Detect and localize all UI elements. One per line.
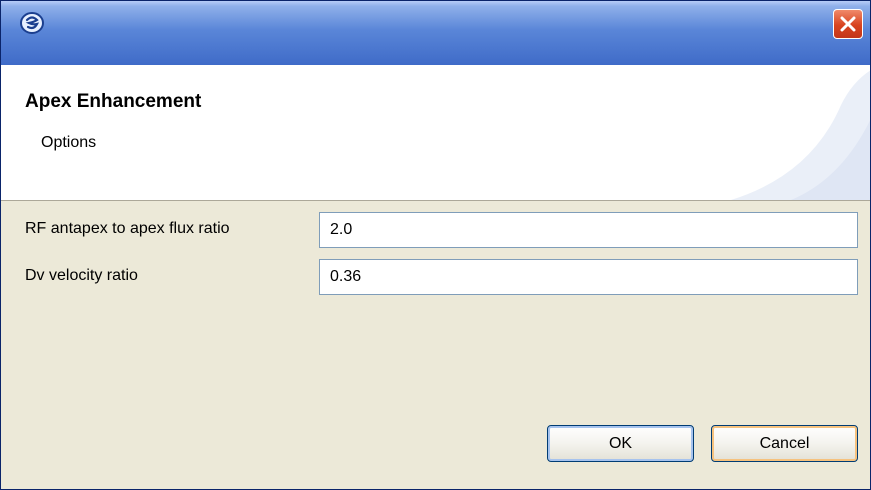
velocity-ratio-input[interactable] [319,259,858,295]
ok-button[interactable]: OK [547,425,694,462]
close-icon [840,16,856,32]
flux-ratio-input[interactable] [319,212,858,248]
banner-decoration [731,70,870,200]
cancel-button[interactable]: Cancel [711,425,858,462]
dialog-subtitle: Options [41,134,97,151]
eclipse-app-icon [19,11,45,35]
dialog-window: Apex Enhancement Options RF antapex to a… [0,0,871,490]
title-bar[interactable] [1,1,870,66]
flux-ratio-label: RF antapex to apex flux ratio [25,220,230,237]
dialog-title: Apex Enhancement [25,91,202,112]
dialog-banner: Apex Enhancement Options [1,65,870,201]
velocity-ratio-label: Dv velocity ratio [25,267,138,284]
close-button[interactable] [833,9,863,39]
